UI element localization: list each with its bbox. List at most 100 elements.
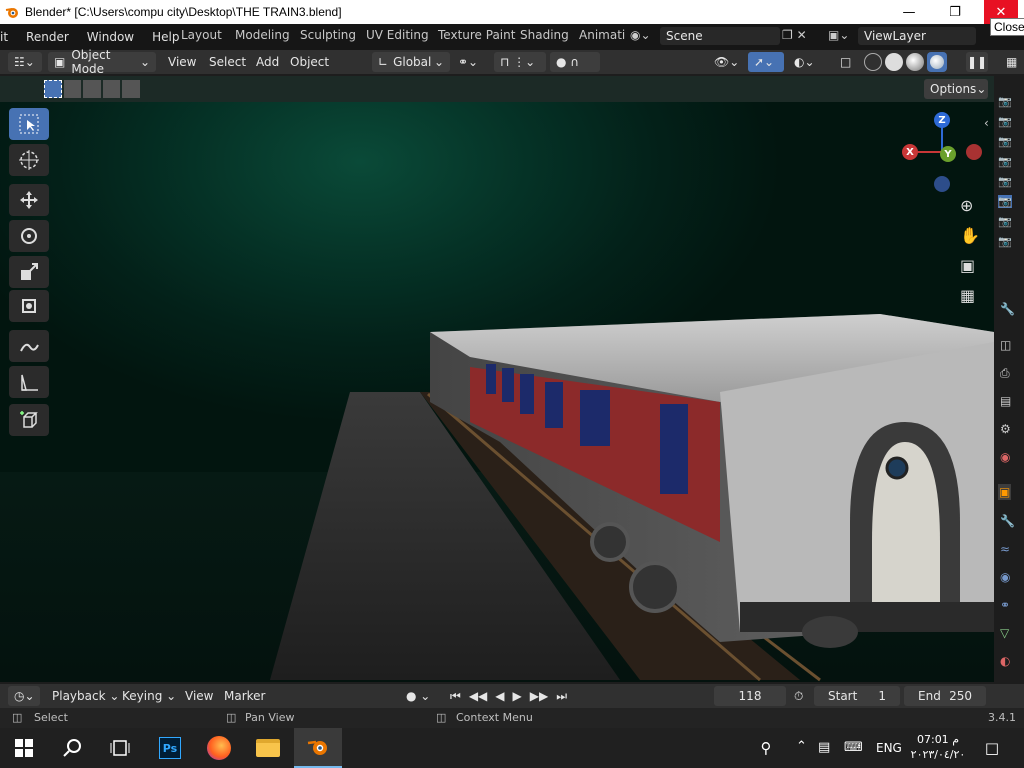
navigation-gizmo[interactable]: Z X Y	[900, 110, 990, 200]
play-reverse-icon[interactable]: ◀	[495, 689, 504, 703]
select-intersect-icon[interactable]	[122, 80, 141, 98]
scene-properties-icon[interactable]: ⚙	[1000, 422, 1011, 436]
select-new-icon[interactable]	[44, 80, 62, 98]
view-layer-properties-icon[interactable]: ▤	[1000, 394, 1011, 408]
annotate-tool[interactable]	[9, 330, 49, 362]
xray-toggle[interactable]: □	[840, 52, 851, 72]
clock[interactable]: 07:01 م ٢٠٢٣/٠٤/٢٠	[906, 732, 970, 762]
gizmo-toggle[interactable]: ➚⌄	[748, 52, 784, 72]
transform-tool[interactable]	[9, 290, 49, 322]
tab-uv-editing[interactable]: UV Editing	[366, 28, 429, 42]
tab-layout[interactable]: Layout	[181, 28, 222, 42]
timeline-editor-type[interactable]: ◷⌄	[8, 686, 40, 706]
rotate-tool[interactable]	[9, 220, 49, 252]
end-frame-field[interactable]: End 250	[904, 686, 986, 706]
render-properties-icon[interactable]: ◫	[1000, 338, 1011, 352]
tab-animation[interactable]: Animati	[579, 28, 625, 42]
modifier-properties-icon[interactable]: 🔧	[1000, 514, 1015, 528]
pause-render-button[interactable]: ❚❚	[966, 52, 988, 72]
collapse-sidebar-icon[interactable]: ‹	[984, 116, 989, 130]
playback-menu[interactable]: Playback ⌄	[52, 686, 119, 706]
object-properties-icon[interactable]: ▣	[998, 484, 1012, 500]
measure-tool[interactable]	[9, 366, 49, 398]
cursor-tool[interactable]	[9, 144, 49, 176]
scale-tool[interactable]	[9, 256, 49, 288]
solid-icon[interactable]	[885, 53, 903, 71]
sidebar-toggle[interactable]: ▦	[1006, 52, 1017, 72]
search-button[interactable]	[48, 728, 96, 768]
shading-modes[interactable]	[864, 52, 954, 72]
overlay-toggle[interactable]: ◐⌄	[794, 52, 815, 72]
firefox-app[interactable]	[195, 728, 243, 768]
view-layer-field[interactable]: ViewLayer	[858, 27, 976, 45]
perspective-toggle-icon[interactable]: ▦	[960, 286, 975, 305]
current-frame-field[interactable]: 118	[714, 686, 786, 706]
editor-type-button[interactable]: ☷⌄	[8, 52, 42, 72]
outliner-render-toggles[interactable]: 📷 📷 📷 📷 📷 📷 📷 📷	[998, 92, 1012, 252]
gizmo-x-axis[interactable]: X	[902, 144, 918, 160]
playback-controls[interactable]: ⏮ ◀◀ ◀ ▶ ▶▶ ⏭	[450, 686, 567, 706]
next-keyframe-icon[interactable]: ▶▶	[530, 689, 548, 703]
menu-add[interactable]: Add	[256, 52, 279, 72]
proportional-edit-button[interactable]: ● ∩	[550, 52, 600, 72]
camera-view-icon[interactable]: ▣	[960, 256, 975, 275]
menu-render[interactable]: Render	[17, 30, 78, 44]
select-subtract-icon[interactable]	[83, 80, 101, 98]
transform-orientation[interactable]: ∟ Global ⌄	[372, 52, 450, 72]
show-hidden-icons[interactable]: ⌃	[796, 739, 807, 754]
wireframe-icon[interactable]	[864, 53, 882, 71]
blender-app[interactable]	[294, 728, 342, 768]
selection-mode-buttons[interactable]	[44, 80, 141, 98]
visibility-button[interactable]: 👁⌄	[714, 52, 739, 72]
scene-selector-icon[interactable]: ◉⌄	[630, 28, 651, 42]
prev-keyframe-icon[interactable]: ◀◀	[469, 689, 487, 703]
gizmo-neg-z-axis[interactable]	[934, 176, 950, 192]
gizmo-y-axis[interactable]: Y	[940, 146, 956, 162]
scene-actions[interactable]: ❐ ✕	[782, 28, 807, 42]
tab-texture-paint[interactable]: Texture Paint	[438, 28, 515, 42]
tool-properties-icon[interactable]: 🔧	[1000, 302, 1015, 316]
gizmo-neg-x-axis[interactable]	[966, 144, 982, 160]
start-button[interactable]	[0, 728, 48, 768]
menu-edit[interactable]: it	[0, 30, 17, 44]
minimize-button[interactable]: —	[886, 0, 932, 24]
marker-menu[interactable]: Marker	[224, 686, 265, 706]
tab-modeling[interactable]: Modeling	[235, 28, 290, 42]
output-properties-icon[interactable]: ⎙	[1000, 366, 1010, 381]
zoom-view-icon[interactable]: ⊕	[960, 196, 973, 215]
select-extend-icon[interactable]	[63, 80, 82, 98]
select-box-tool[interactable]	[9, 108, 49, 140]
tab-shading[interactable]: Shading	[520, 28, 569, 42]
data-properties-icon[interactable]: ▽	[1000, 626, 1009, 640]
input-language[interactable]: ENG	[876, 741, 902, 755]
physics-properties-icon[interactable]: ◉	[1000, 570, 1010, 584]
menu-view[interactable]: View	[168, 52, 196, 72]
menu-window[interactable]: Window	[78, 30, 143, 44]
preview-range-button[interactable]: ⏱	[794, 686, 803, 706]
select-invert-icon[interactable]	[102, 80, 121, 98]
jump-start-icon[interactable]: ⏮	[450, 689, 461, 704]
scene-field[interactable]: Scene	[660, 27, 780, 45]
view-layer-icon[interactable]: ▣⌄	[828, 28, 849, 42]
add-cube-tool[interactable]	[9, 404, 49, 436]
people-button[interactable]: ⚲	[744, 728, 788, 768]
menu-select[interactable]: Select	[209, 52, 246, 72]
mode-selector[interactable]: ▣ Object Mode ⌄	[48, 48, 156, 76]
timeline-view-menu[interactable]: View	[185, 686, 213, 706]
move-tool[interactable]	[9, 184, 49, 216]
pan-view-icon[interactable]: ✋	[960, 226, 980, 245]
constraints-properties-icon[interactable]: ⚭	[1000, 598, 1010, 612]
3d-viewport[interactable]: Z X Y ⊕ ✋ ▣ ▦ ‹	[0, 102, 994, 682]
keyboard-icon[interactable]: ⌨	[844, 740, 863, 755]
snap-button[interactable]: ⊓ ⋮⌄	[494, 52, 546, 72]
play-icon[interactable]: ▶	[513, 689, 522, 703]
file-explorer-app[interactable]	[244, 728, 292, 768]
tab-sculpting[interactable]: Sculpting	[300, 28, 356, 42]
material-preview-icon[interactable]	[906, 53, 924, 71]
network-icon[interactable]: ▤	[818, 740, 830, 755]
rendered-icon[interactable]	[927, 52, 947, 72]
keying-menu[interactable]: Keying ⌄	[122, 686, 176, 706]
start-frame-field[interactable]: Start 1	[814, 686, 900, 706]
material-properties-icon[interactable]: ◐	[1000, 654, 1010, 668]
menu-object[interactable]: Object	[290, 52, 329, 72]
